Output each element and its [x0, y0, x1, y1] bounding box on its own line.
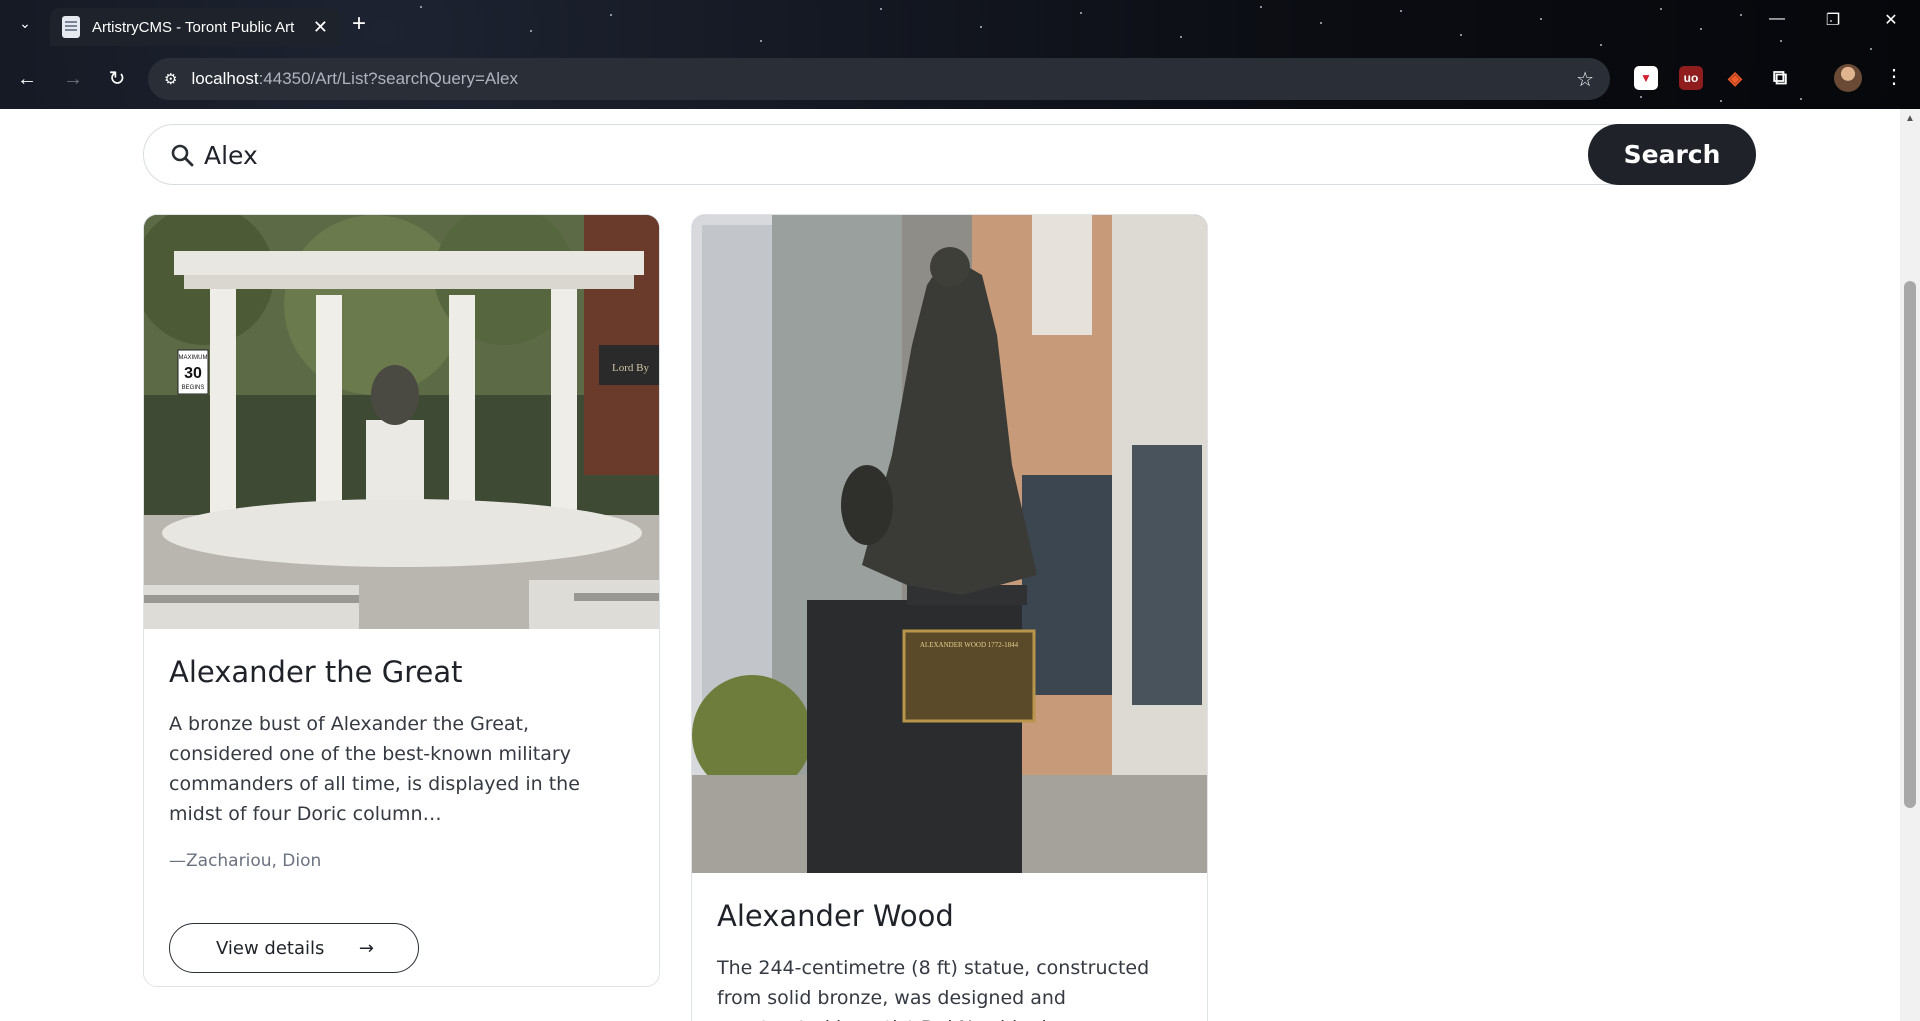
- extensions-puzzle-icon[interactable]: ⧉: [1768, 66, 1792, 90]
- art-card: ALEXANDER WOOD 1772-1844 Alexander Wood …: [691, 214, 1208, 1021]
- browser-tab[interactable]: ArtistryCMS - Toront Public Art ✕: [50, 8, 340, 46]
- plaque-text: ALEXANDER WOOD 1772-1844: [920, 641, 1019, 649]
- back-arrow-icon[interactable]: ←: [12, 64, 42, 94]
- browser-menu-icon[interactable]: ⋮: [1884, 64, 1904, 89]
- art-image: Lord By MAXIMUM 30 BEGINS: [144, 215, 659, 629]
- art-description: The 244-centimetre (8 ft) statue, constr…: [717, 957, 1150, 1021]
- search-input[interactable]: [204, 133, 1524, 177]
- tab-title: ArtistryCMS - Toront Public Art: [92, 18, 295, 36]
- search-icon: [171, 144, 194, 167]
- view-details-label: View details: [216, 937, 325, 959]
- scroll-up-arrow-icon[interactable]: ▲: [1900, 113, 1920, 124]
- minimize-icon[interactable]: —: [1762, 10, 1792, 28]
- art-title: Alexander the Great: [169, 655, 463, 689]
- statue-photo: ALEXANDER WOOD 1772-1844: [692, 215, 1207, 873]
- tab-close-icon[interactable]: ✕: [313, 17, 328, 38]
- speed-sign-top: MAXIMUM: [179, 355, 208, 361]
- close-window-icon[interactable]: ✕: [1876, 10, 1906, 30]
- art-author: —Zachariou, Dion: [169, 851, 322, 871]
- art-description: A bronze bust of Alexander the Great, co…: [169, 713, 580, 825]
- page-scrollbar[interactable]: ▲: [1900, 109, 1920, 1021]
- pocket-extension-icon[interactable]: ▼: [1634, 66, 1658, 90]
- url-host: localhost: [191, 69, 259, 88]
- speed-sign-number: 30: [184, 365, 202, 382]
- browser-chrome: ⌄ ArtistryCMS - Toront Public Art ✕ + — …: [0, 0, 1920, 109]
- scrollbar-thumb[interactable]: [1904, 281, 1916, 808]
- ublock-extension-icon[interactable]: uo: [1679, 66, 1703, 90]
- profile-avatar[interactable]: [1834, 64, 1862, 92]
- speed-sign-bottom: BEGINS: [182, 385, 205, 391]
- page-favicon-icon: [62, 16, 80, 38]
- address-bar[interactable]: ⚙ localhost:44350/Art/List?searchQuery=A…: [148, 58, 1610, 100]
- url-path: :44350/Art/List?searchQuery=Alex: [258, 69, 518, 88]
- restore-icon[interactable]: ❐: [1818, 10, 1848, 30]
- shop-sign-text: Lord By: [612, 362, 649, 374]
- forward-arrow-icon[interactable]: →: [58, 64, 88, 94]
- tab-search-chevron-icon[interactable]: ⌄: [14, 12, 36, 34]
- arrow-right-icon: →: [358, 937, 374, 959]
- page-viewport: Search Lord By: [0, 109, 1900, 1021]
- art-card: Lord By MAXIMUM 30 BEGINS Alexander the …: [143, 214, 660, 987]
- art-title: Alexander Wood: [717, 899, 954, 933]
- graduation-extension-icon[interactable]: ◈: [1723, 66, 1747, 90]
- monument-photo: Lord By MAXIMUM 30 BEGINS: [144, 215, 659, 629]
- reload-icon[interactable]: ↻: [102, 64, 132, 94]
- new-tab-plus-icon[interactable]: +: [352, 10, 366, 38]
- art-author-name: Zachariou, Dion: [186, 851, 322, 871]
- search-button[interactable]: Search: [1588, 124, 1756, 185]
- search-bar: Search: [143, 124, 1756, 185]
- art-image: ALEXANDER WOOD 1772-1844: [692, 215, 1207, 873]
- site-info-icon[interactable]: ⚙: [164, 70, 177, 88]
- view-details-button[interactable]: View details →: [169, 923, 419, 973]
- url-text[interactable]: localhost:44350/Art/List?searchQuery=Ale…: [191, 69, 518, 89]
- bookmark-star-icon[interactable]: ☆: [1576, 67, 1594, 92]
